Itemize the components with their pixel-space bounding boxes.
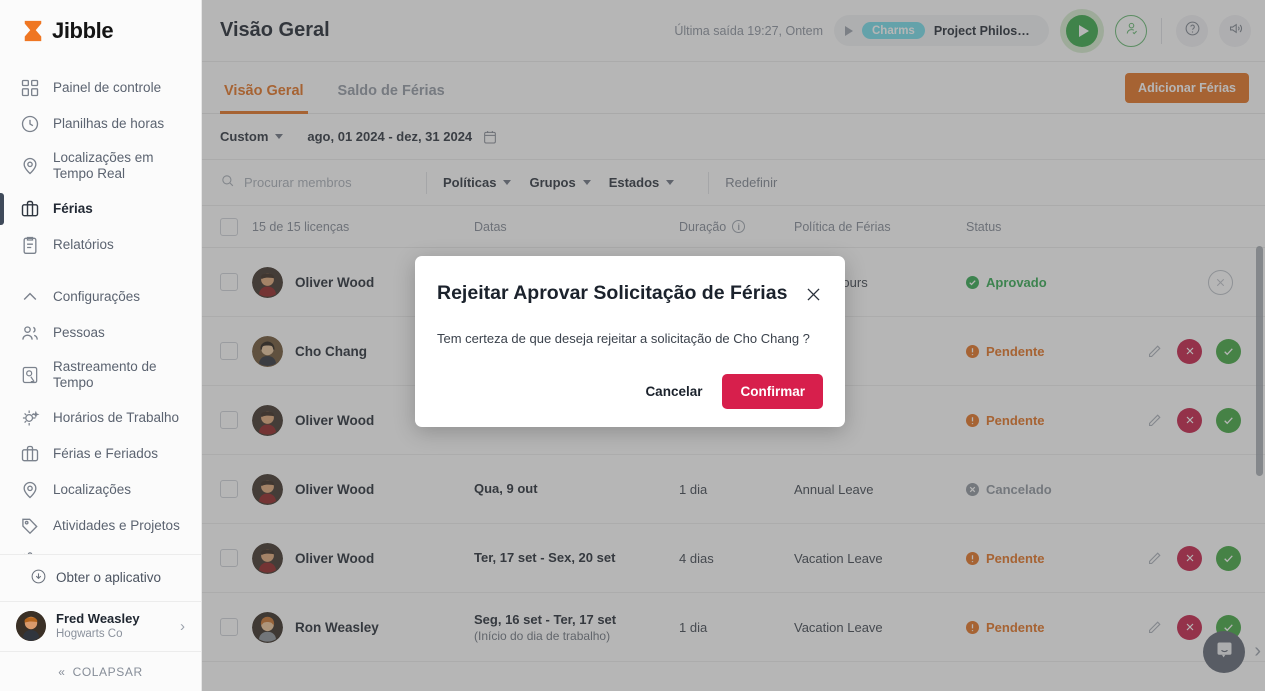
download-icon <box>30 568 47 588</box>
clipboard-icon <box>20 235 40 255</box>
cancel-button[interactable]: Cancelar <box>641 376 706 407</box>
sidebar-item-horarios-de-trabalho[interactable]: Horários de Trabalho <box>0 400 201 436</box>
sidebar-item-painel-de-controle[interactable]: Painel de controle <box>0 70 201 106</box>
avatar <box>16 611 46 642</box>
briefcase-icon <box>20 444 40 464</box>
dashboard-icon <box>20 78 40 98</box>
chevron-right-icon: › <box>180 617 185 635</box>
sidebar-item-label: Pessoas <box>53 324 105 340</box>
collapse-sidebar-button[interactable]: « COLAPSAR <box>0 651 201 691</box>
sidebar-item-localizacoes[interactable]: Localizações <box>0 472 201 508</box>
sidebar-item-label: Rastreamento de Tempo <box>53 358 157 391</box>
pin-icon <box>20 156 40 176</box>
sidebar-item-planilhas-de-horas[interactable]: Planilhas de horas <box>0 106 201 142</box>
sidebar-item-label: Relatórios <box>53 236 114 252</box>
nav-divider <box>0 263 201 279</box>
sidebar-nav: Painel de controle Planilhas de horas Lo… <box>0 62 201 554</box>
brand[interactable]: Jibble <box>0 0 201 62</box>
briefcase-icon <box>20 199 40 219</box>
chevron-up-icon <box>20 287 40 307</box>
modal-header: Rejeitar Aprovar Solicitação de Férias <box>437 282 823 305</box>
sidebar-item-pessoas[interactable]: Pessoas <box>0 315 201 351</box>
get-app-button[interactable]: Obter o aplicativo <box>0 555 201 601</box>
sidebar-item-label: Localizações <box>53 481 132 497</box>
sidebar-item-rastreamento-de-tempo[interactable]: Rastreamento de Tempo <box>0 351 201 400</box>
sidebar-group-label: Configurações <box>53 288 141 304</box>
sidebar-item-label: Férias e Feriados <box>53 445 159 461</box>
app-root: Jibble Painel de controle Planilhas de h… <box>0 0 1265 691</box>
confirm-button[interactable]: Confirmar <box>722 374 823 410</box>
reject-vacation-modal: Rejeitar Aprovar Solicitação de Férias T… <box>415 256 845 428</box>
modal-message: Tem certeza de que deseja rejeitar a sol… <box>437 331 810 347</box>
people-icon <box>20 323 40 343</box>
jibble-logo-icon <box>22 19 44 43</box>
sidebar: Jibble Painel de controle Planilhas de h… <box>0 0 202 691</box>
sidebar-item-label: Painel de controle <box>53 79 162 95</box>
sidebar-item-ferias-e-feriados[interactable]: Férias e Feriados <box>0 436 201 472</box>
profile-menu[interactable]: Fred Weasley Hogwarts Co › <box>0 600 201 651</box>
time-tracking-icon <box>20 365 40 385</box>
modal-title: Rejeitar Aprovar Solicitação de Férias <box>437 282 788 304</box>
sidebar-item-label: Horários de Trabalho <box>53 409 180 425</box>
clock-icon <box>20 114 40 134</box>
modal-footer: Cancelar Confirmar <box>437 374 823 410</box>
brand-name: Jibble <box>52 18 114 43</box>
close-icon[interactable] <box>804 282 823 304</box>
sidebar-bottom: Obter o aplicativo Fred Weasley Hogwarts… <box>0 553 201 691</box>
sidebar-item-ferias[interactable]: Férias <box>0 191 201 227</box>
profile-text: Fred Weasley Hogwarts Co <box>56 611 170 642</box>
sidebar-item-label: Atividades e Projetos <box>53 517 180 533</box>
gear-icon <box>20 552 40 554</box>
sidebar-item-relatorios[interactable]: Relatórios <box>0 227 201 263</box>
sidebar-item-atividades-e-projetos[interactable]: Atividades e Projetos <box>0 508 201 544</box>
sidebar-item-label: Férias <box>53 200 93 216</box>
profile-org: Hogwarts Co <box>56 628 123 641</box>
sidebar-item-label: Planilhas de horas <box>53 115 165 131</box>
collapse-label: COLAPSAR <box>72 664 143 679</box>
tag-icon <box>20 516 40 536</box>
sidebar-item-organizacao[interactable]: Organização <box>0 544 201 554</box>
schedule-icon <box>20 408 40 428</box>
get-app-label: Obter o aplicativo <box>56 570 162 586</box>
sidebar-group-configuracoes[interactable]: Configurações <box>0 279 201 315</box>
sidebar-item-label: Localizações em Tempo Real <box>53 150 154 182</box>
sidebar-item-localizacoes-em-tempo-real[interactable]: Localizações em Tempo Real <box>0 142 201 191</box>
double-chevron-left-icon: « <box>58 664 66 679</box>
profile-name: Fred Weasley <box>56 610 140 626</box>
pin-icon <box>20 480 40 500</box>
